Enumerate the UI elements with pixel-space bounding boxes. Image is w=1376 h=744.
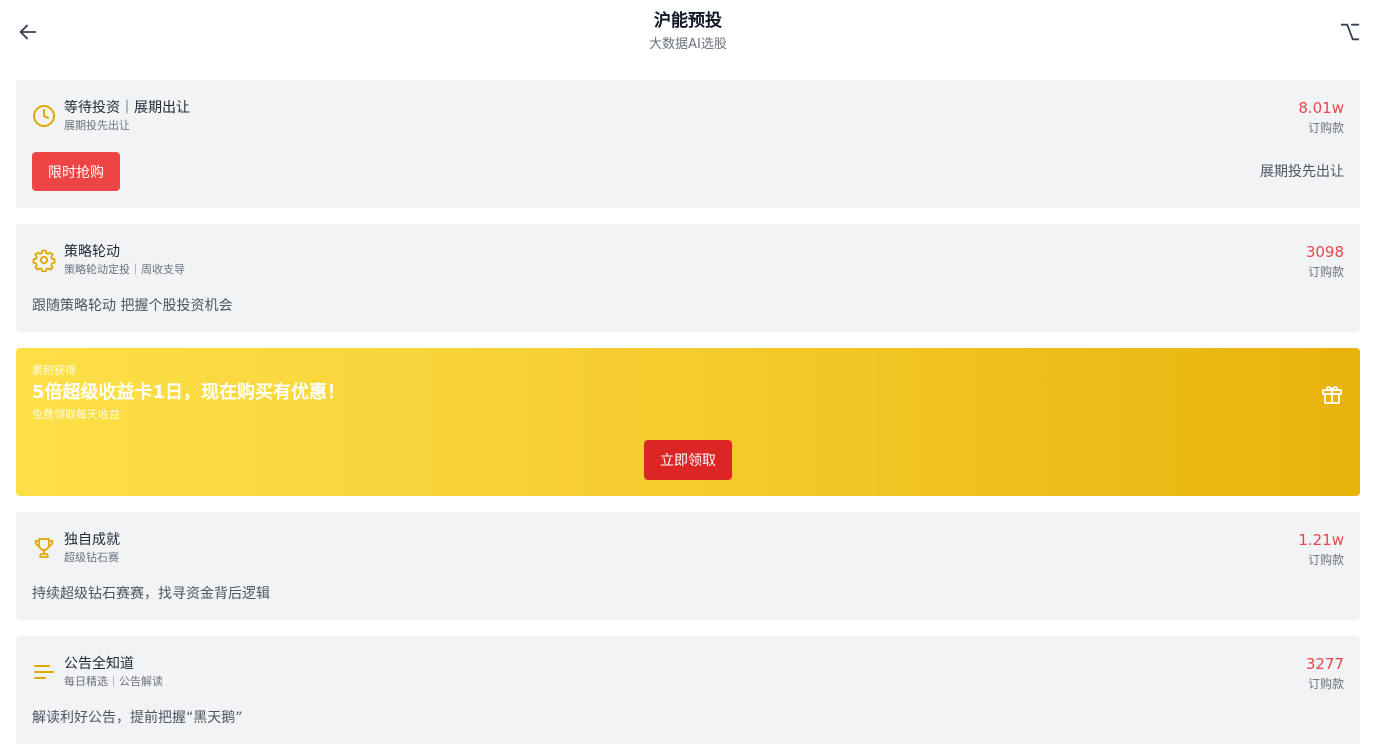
card-description: 跟随策略轮动 把握个股投资机会 — [32, 298, 233, 314]
product-card-achievement[interactable]: 独自成就 超级钻石赛 1.21w 订购款 持续超级钻石赛赛，找寻资金背后逻辑 — [16, 512, 1360, 620]
trophy-icon — [32, 536, 56, 560]
product-card-announcements[interactable]: 公告全知道 每日精选｜公告解读 3277 订购款 解读利好公告，提前把握“黑天鹅… — [16, 636, 1360, 744]
app-header: 沪能预投 大数据AI选股 — [0, 0, 1376, 64]
card-subtitle: 每日精选｜公告解读 — [64, 675, 163, 688]
claim-now-button[interactable]: 立即领取 — [644, 440, 732, 480]
flash-buy-button[interactable]: 限时抢购 — [32, 152, 120, 191]
gift-icon — [1320, 382, 1344, 406]
clock-icon — [32, 104, 56, 128]
subscription-unit: 订购款 — [1307, 265, 1344, 279]
card-description: 解读利好公告，提前把握“黑天鹅” — [32, 710, 243, 726]
card-subtitle: 策略轮动定投｜周收支导 — [64, 263, 185, 276]
card-right-text: 展期投先出让 — [1260, 164, 1344, 180]
card-subtitle: 超级钻石赛 — [64, 551, 119, 564]
card-description: 持续超级钻石赛赛，找寻资金背后逻辑 — [32, 586, 270, 602]
card-title: 策略轮动 — [64, 244, 120, 260]
promo-subtitle: 免费领取每天收益 — [32, 408, 120, 421]
promo-title: 5倍超级收益卡1日，现在购买有优惠！ — [32, 382, 346, 403]
card-subtitle: 展期投先出让 — [64, 119, 130, 132]
product-card-waiting[interactable]: 等待投资｜展期出让 展期投先出让 8.01w 订购款 限时抢购 展期投先出让 — [16, 80, 1360, 208]
promo-kicker: 累积获得 — [32, 364, 76, 377]
page-title: 沪能预投 — [654, 11, 722, 31]
card-title: 等待投资｜展期出让 — [64, 100, 190, 116]
subscription-count: 1.21w — [1298, 531, 1344, 549]
page-subtitle: 大数据AI选股 — [649, 37, 727, 52]
card-title: 独自成就 — [64, 532, 120, 548]
subscription-count: 3098 — [1305, 243, 1344, 261]
title-block: 沪能预投 大数据AI选股 — [0, 10, 1376, 54]
subscription-unit: 订购款 — [1307, 121, 1344, 135]
option-key-button[interactable] — [1338, 20, 1362, 44]
option-key-icon — [1340, 23, 1360, 41]
subscription-count: 8.01w — [1298, 99, 1344, 117]
subscription-count: 3277 — [1305, 655, 1344, 673]
product-card-strategy[interactable]: 策略轮动 策略轮动定投｜周收支导 3098 订购款 跟随策略轮动 把握个股投资机… — [16, 224, 1360, 332]
gear-icon — [32, 248, 56, 272]
card-title: 公告全知道 — [64, 656, 134, 672]
subscription-unit: 订购款 — [1307, 553, 1344, 567]
list-icon — [32, 660, 56, 684]
promo-banner[interactable]: 累积获得 5倍超级收益卡1日，现在购买有优惠！ 免费领取每天收益 立即领取 — [16, 348, 1360, 496]
subscription-unit: 订购款 — [1307, 677, 1344, 691]
